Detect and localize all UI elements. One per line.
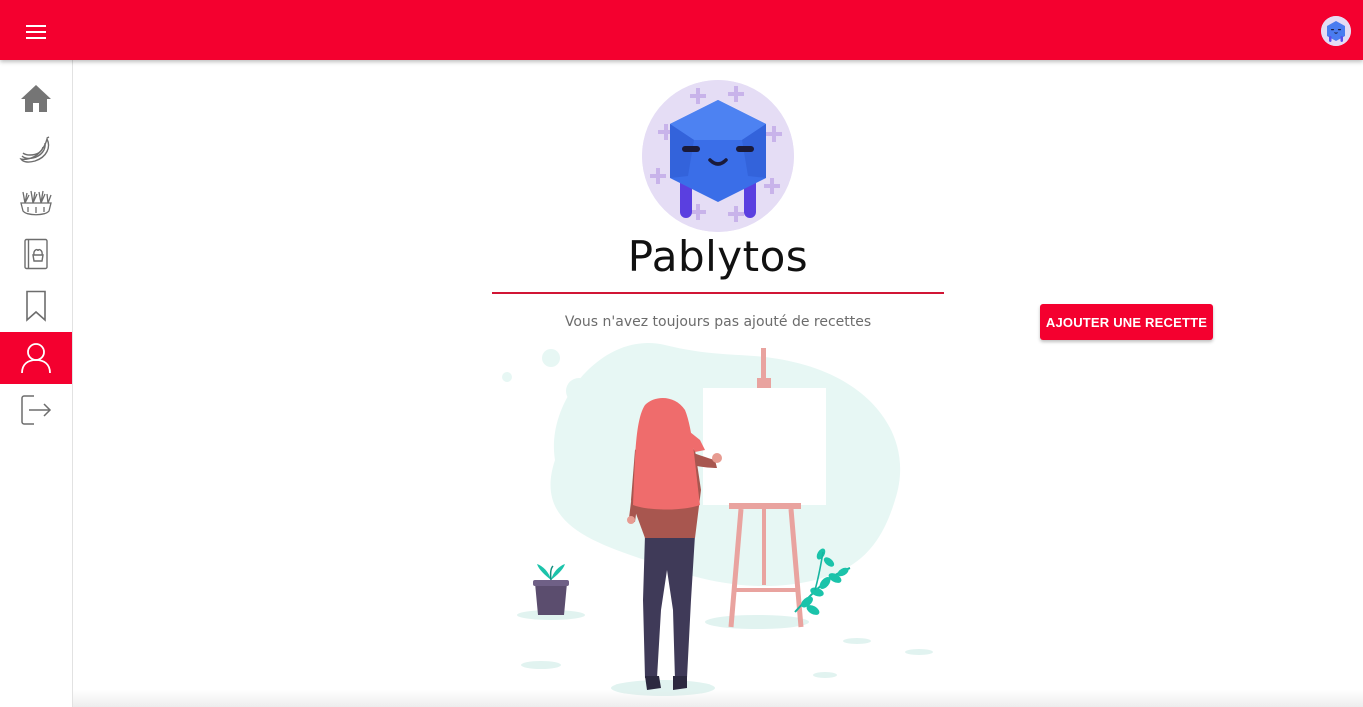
user-avatar-button[interactable] — [1321, 16, 1351, 46]
empty-recipes-message: Vous n'avez toujours pas ajouté de recet… — [564, 314, 872, 330]
bookmark-icon — [26, 290, 46, 322]
sidebar-item-home[interactable] — [0, 72, 72, 124]
sidebar-item-fruits[interactable] — [0, 124, 72, 176]
user-icon — [21, 343, 51, 374]
sidebar-nav — [0, 60, 73, 707]
monster-avatar-image — [642, 80, 794, 232]
bottom-shadow — [73, 690, 1363, 707]
sidebar-item-recipes[interactable] — [0, 228, 72, 280]
sidebar-item-vegetables[interactable] — [0, 176, 72, 228]
profile-avatar — [642, 80, 794, 232]
user-avatar-monster-icon — [1321, 16, 1351, 46]
hamburger-menu-icon — [26, 25, 46, 39]
add-recipe-button[interactable]: AJOUTER UNE RECETTE — [1040, 304, 1213, 340]
home-icon — [21, 85, 51, 112]
logout-icon — [21, 395, 52, 425]
recipe-book-icon — [24, 238, 48, 270]
top-app-bar — [0, 0, 1363, 60]
empty-state-illustration — [495, 340, 935, 700]
username-divider — [492, 292, 944, 294]
painter-easel-illustration — [502, 342, 933, 696]
profile-username: Pablytos — [627, 232, 809, 281]
sidebar-item-profile[interactable] — [0, 332, 72, 384]
sidebar-item-logout[interactable] — [0, 384, 72, 436]
vegetables-icon — [20, 190, 52, 216]
bananas-icon — [19, 136, 50, 163]
sidebar-item-bookmarks[interactable] — [0, 280, 72, 332]
menu-button[interactable] — [16, 20, 56, 44]
